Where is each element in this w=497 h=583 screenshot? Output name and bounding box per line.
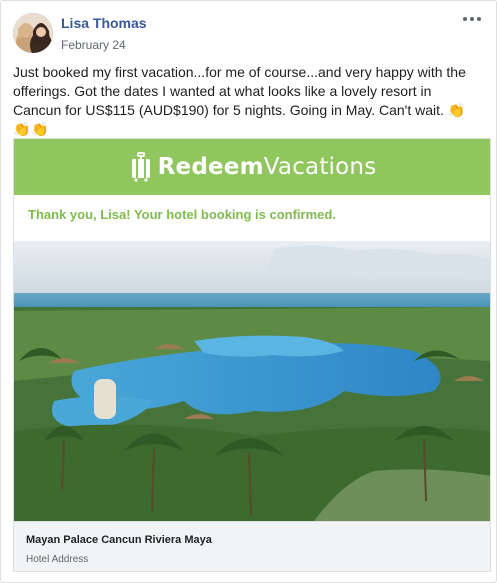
brand-part-2: Vacations (263, 154, 377, 180)
more-dot (463, 17, 467, 21)
hotel-name: Mayan Palace Cancun Riviera Maya (26, 534, 212, 546)
brand-logo-text: RedeemVacations (158, 154, 377, 180)
author-name[interactable]: Lisa Thomas (61, 15, 147, 31)
facebook-post: Lisa Thomas February 24 Just booked my f… (0, 0, 497, 583)
brand-part-1: Redeem (157, 154, 264, 180)
post-text: Just booked my first vacation...for me o… (13, 63, 483, 139)
more-dot (470, 17, 474, 21)
resort-photo (14, 241, 490, 521)
post-body: Just booked my first vacation...for me o… (13, 64, 466, 118)
avatar-photo (13, 13, 53, 53)
hotel-address: Hotel Address (26, 554, 89, 565)
more-options-icon[interactable] (460, 9, 484, 29)
more-dot (477, 17, 481, 21)
suitcase-icon (131, 152, 150, 182)
booking-confirmation: Thank you, Lisa! Your hotel booking is c… (28, 207, 336, 222)
post-date[interactable]: February 24 (61, 38, 126, 52)
shared-link-card[interactable]: RedeemVacations Thank you, Lisa! Your ho… (13, 138, 491, 572)
author-avatar[interactable] (13, 13, 53, 53)
link-caption: Mayan Palace Cancun Riviera Maya Hotel A… (14, 521, 490, 571)
brand-banner: RedeemVacations (14, 139, 490, 195)
